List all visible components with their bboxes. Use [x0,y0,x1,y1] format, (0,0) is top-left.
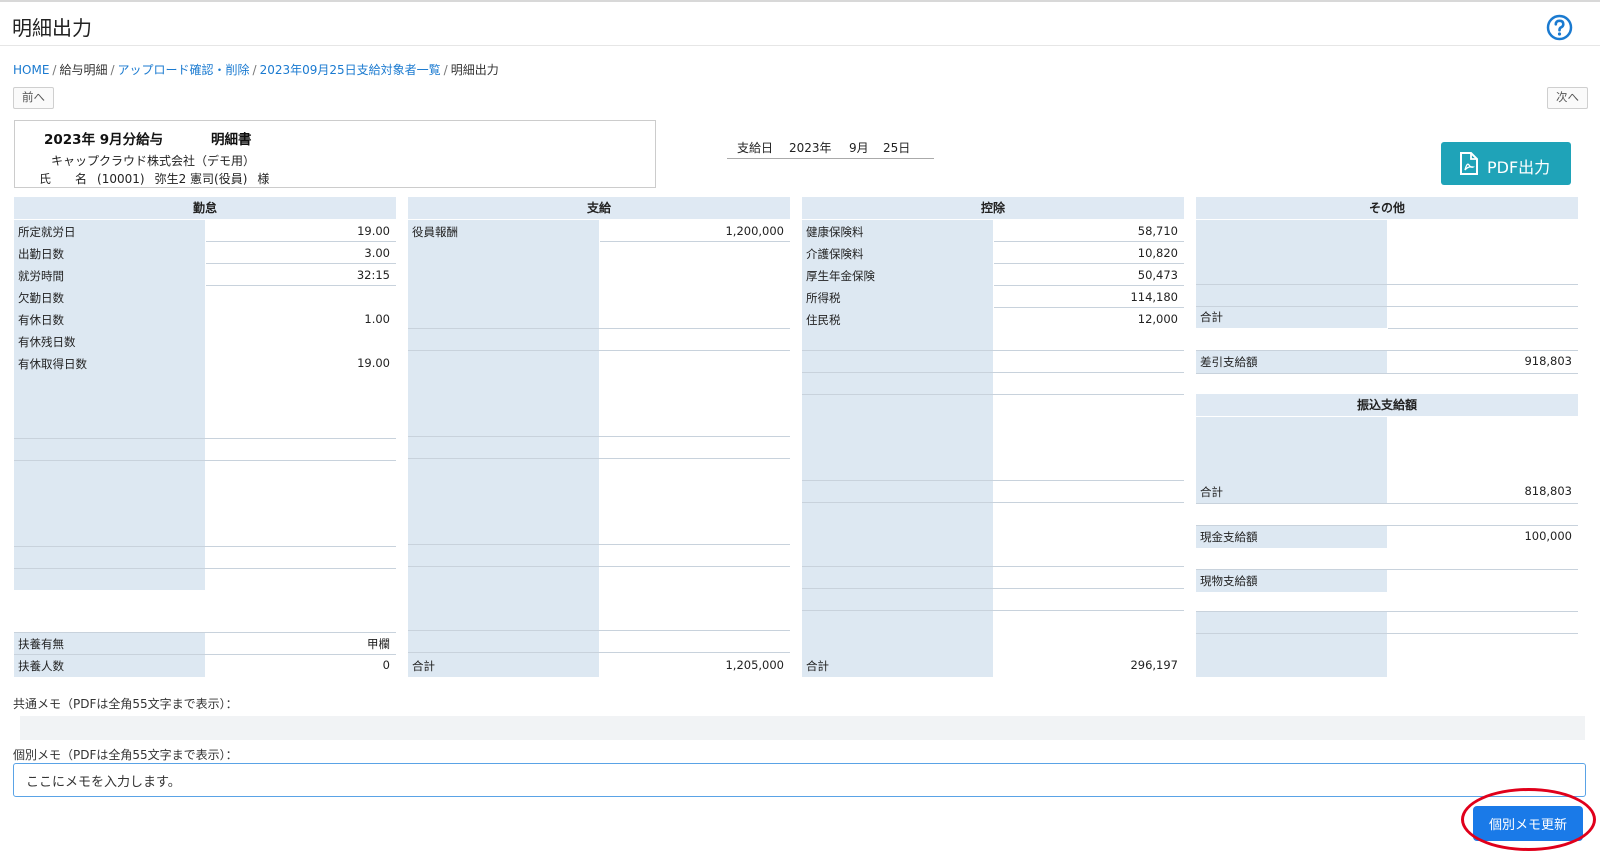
deduction-row-value: 58,710 [1137,224,1178,238]
attendance-row-value: 3.00 [364,246,390,260]
other-value-column [1388,220,1578,352]
employee-code: (10001) [97,172,145,186]
deduction-row-value: 50,473 [1137,268,1178,282]
pay-date-month: 9月 [849,141,869,155]
other-header: その他 [1196,197,1578,219]
deduction-row-value: 12,000 [1137,312,1178,326]
attendance-header: 勤怠 [14,197,396,219]
breadcrumb-payslip: 給与明細 [59,63,108,77]
breadcrumb-list[interactable]: 2023年09月25日支給対象者一覧 [260,63,441,77]
payment-row-label: 役員報酬 [412,225,458,239]
update-memo-button[interactable]: 個別メモ更新 [1473,806,1583,841]
deduction-total-value: 296,197 [1130,658,1178,672]
deduction-row-value: 10,820 [1137,246,1178,260]
transfer-row-label: 合計 [1200,485,1223,499]
payment-header: 支給 [408,197,790,219]
slip-header: 2023年 9月分給与 明細書 キャップクラウド株式会社（デモ用） 氏 名 (10… [14,120,656,188]
page-title: 明細出力 [12,16,92,40]
payment-label-column [408,220,599,677]
breadcrumb: HOME / 給与明細 / アップロード確認・削除/2023年09月25日支給対象者一覧… [13,63,499,77]
deduction-row-label: 所得税 [806,291,841,305]
individual-memo-input[interactable] [13,763,1586,797]
top-bar: 明細出力 [0,0,1600,46]
pdf-file-icon [1460,152,1478,175]
pay-date-year: 2023年 [789,141,832,155]
attendance-row-label: 所定就労日 [18,225,76,239]
payment-total-value: 1,205,000 [725,658,784,672]
attendance-row-value: 32:15 [356,268,390,282]
breadcrumb-upload[interactable]: アップロード確認・削除 [118,63,250,77]
pdf-export-button[interactable]: PDF出力 [1441,142,1571,185]
employee-name: 弥生2 憲司(役員) [154,172,248,186]
other-section: その他 合計 差引支給額 918,803 振込支給額 合計 818,803 現金… [1196,197,1578,677]
attendance-row-label: 有休残日数 [18,335,76,349]
common-memo-label: 共通メモ（PDFは全角55文字まで表示）： [13,697,238,711]
attendance-row-value: 19.00 [357,224,390,238]
breadcrumb-home[interactable]: HOME [13,63,49,77]
attendance-section: 勤怠 所定就労日 19.00 出勤日数 3.00 就労時間 32:15 欠勤日数… [14,197,396,677]
next-button[interactable]: 次へ [1547,87,1588,109]
transfer-header: 振込支給額 [1196,394,1578,416]
deduction-header: 控除 [802,197,1184,219]
deduction-label-column [802,220,993,677]
attendance-row-label: 有休取得日数 [18,357,87,371]
pdf-export-label: PDF出力 [1487,158,1551,177]
transfer-row-label: 現物支給額 [1200,574,1258,588]
prev-button[interactable]: 前へ [13,87,54,109]
deduction-row-label: 厚生年金保険 [806,269,875,283]
transfer-row-value: 100,000 [1524,529,1572,543]
transfer-row-value: 818,803 [1524,484,1572,498]
other-row-label: 合計 [1200,310,1223,324]
employee-line: 氏 名 (10001) 弥生2 憲司(役員) 様 [39,170,279,187]
name-label: 氏 名 [39,172,88,186]
pay-date-label: 支給日 [737,141,774,155]
attendance-row-label: 出勤日数 [18,247,64,261]
deduction-section: 控除 健康保険料 58,710 介護保険料 10,820 厚生年金保険 50,4… [802,197,1184,677]
slip-doc-name: 明細書 [211,132,252,148]
deduction-row-label: 住民税 [806,313,841,327]
attendance-dependent-count-label: 扶養人数 [18,659,64,673]
deduction-row-value: 114,180 [1130,290,1178,304]
pay-date-day: 25日 [883,141,911,155]
attendance-dependents-label: 扶養有無 [18,637,64,651]
deduction-value-column [994,220,1184,677]
deduction-total-label: 合計 [806,659,829,673]
deduction-row-label: 健康保険料 [806,225,864,239]
attendance-row-value: 19.00 [357,356,390,370]
payment-row-value: 1,200,000 [725,224,784,238]
breadcrumb-current: 明細出力 [450,63,499,77]
attendance-row-label: 欠勤日数 [18,291,64,305]
attendance-row-label: 就労時間 [18,269,64,283]
attendance-value-column [206,220,396,677]
attendance-row-value: 1.00 [364,312,390,326]
deduction-row-label: 介護保険料 [806,247,864,261]
other-row-value: 918,803 [1524,354,1572,368]
pay-date: 支給日 2023年 9月 25日 [727,139,934,159]
slip-title: 2023年 9月分給与 [44,132,164,148]
attendance-dependents-value: 甲欄 [367,637,390,651]
individual-memo-label: 個別メモ（PDFは全角55文字まで表示）： [13,748,238,762]
transfer-row-label: 現金支給額 [1200,530,1258,544]
other-row-label: 差引支給額 [1200,355,1258,369]
help-icon[interactable] [1546,14,1573,41]
payment-section: 支給 役員報酬 1,200,000 合計 1,205,000 [408,197,790,677]
attendance-dependent-count-value: 0 [382,658,390,672]
payment-value-column [600,220,790,677]
honorific: 様 [257,172,270,186]
common-memo-field [20,716,1585,740]
attendance-row-label: 有休日数 [18,313,64,327]
company-name: キャップクラウド株式会社（デモ用） [51,154,256,168]
payment-total-label: 合計 [412,659,435,673]
